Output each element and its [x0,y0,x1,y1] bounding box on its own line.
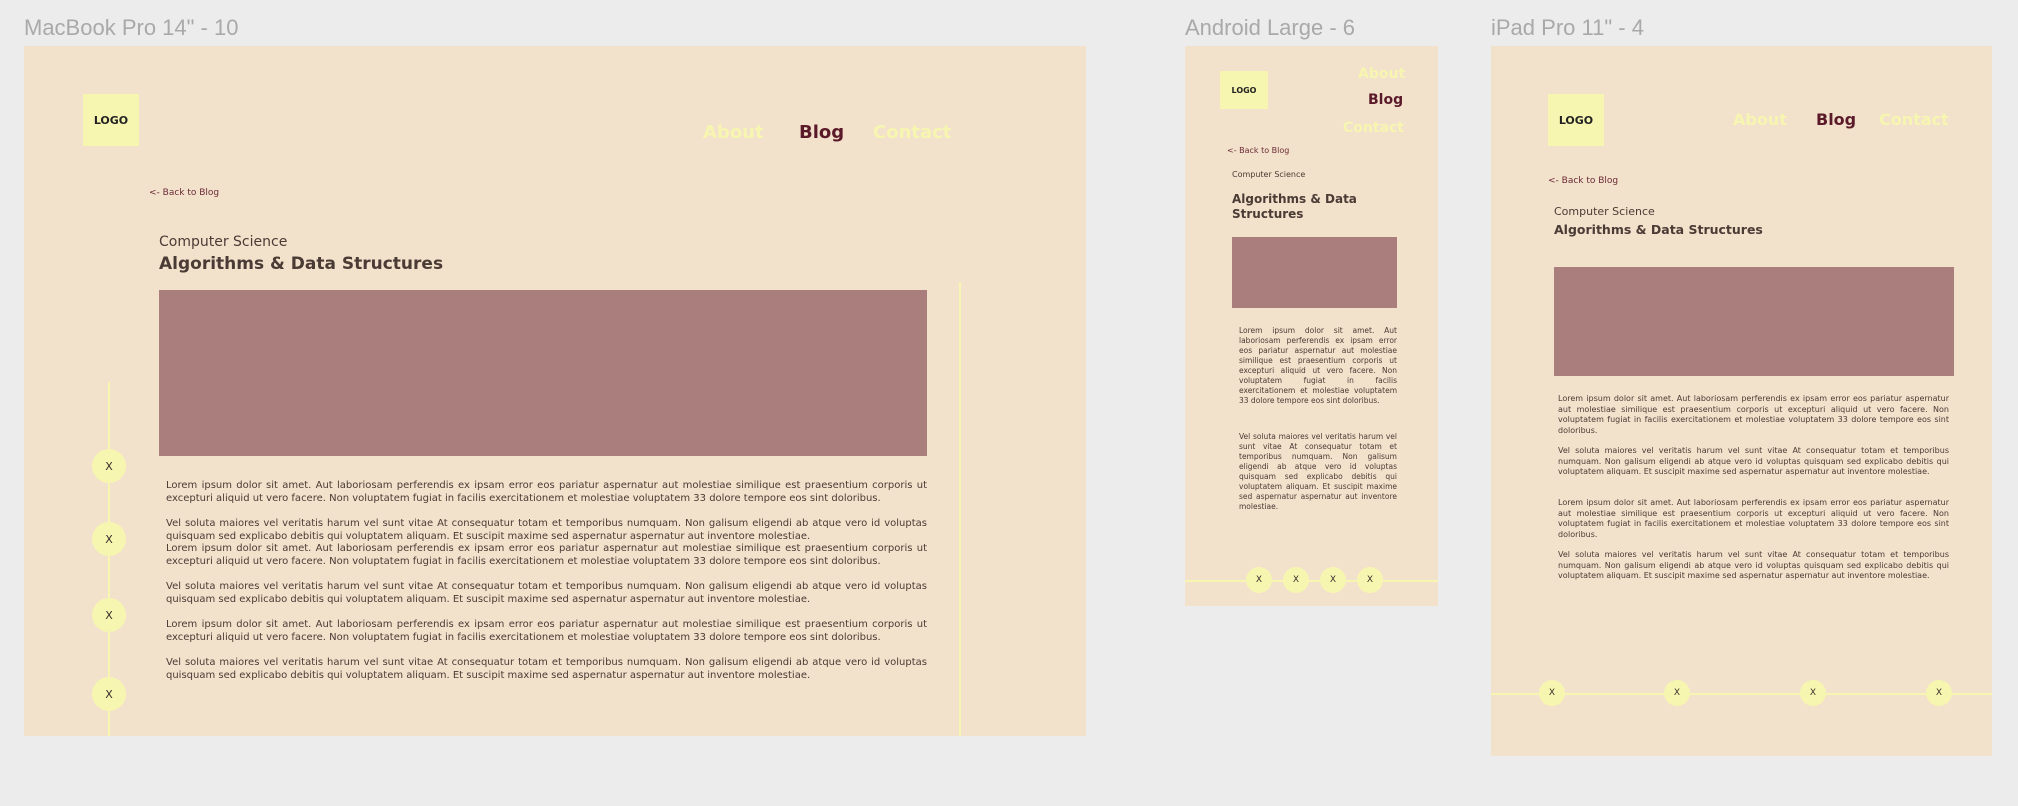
paragraph-6: Vel soluta maiores vel veritatis harum v… [166,657,927,681]
ipad-frame: LOGO About Blog Contact <- Back to Blog … [1491,46,1992,756]
post-category: Computer Science [159,234,288,250]
paragraph-3: Lorem ipsum dolor sit amet. Aut laborios… [166,543,927,567]
x-social-icon[interactable]: X [92,449,126,483]
frame-title-ipad: iPad Pro 11" - 4 [1491,15,1644,40]
nav-about[interactable]: About [1358,66,1405,82]
frame-title-macbook: MacBook Pro 14" - 10 [24,15,239,40]
x-social-icon[interactable]: X [1357,567,1383,593]
x-social-icon[interactable]: X [92,677,126,711]
post-category: Computer Science [1232,170,1306,179]
logo[interactable]: LOGO [1220,71,1268,109]
back-to-blog-link[interactable]: <- Back to Blog [149,188,219,198]
android-frame: LOGO About Blog Contact <- Back to Blog … [1185,46,1438,606]
paragraph-1: Lorem ipsum dolor sit amet. Aut laborios… [1558,394,1949,435]
nav-blog[interactable]: Blog [1816,110,1856,129]
nav-blog[interactable]: Blog [799,122,844,143]
paragraph-2: Vel soluta maiores vel veritatis harum v… [1558,446,1949,476]
paragraph-2: Vel soluta maiores vel veritatis harum v… [166,518,927,542]
x-social-icon[interactable]: X [92,598,126,632]
nav-contact[interactable]: Contact [1343,120,1404,136]
hero-image [159,290,927,456]
nav-about[interactable]: About [1733,110,1787,129]
x-social-icon[interactable]: X [1926,680,1952,706]
paragraph-5: Lorem ipsum dolor sit amet. Aut laborios… [166,619,927,643]
post-title: Algorithms & Data Structures [159,254,444,274]
logo[interactable]: LOGO [83,94,139,146]
social-rail-line [1491,693,1992,695]
post-title: Algorithms & Data Structures [1554,222,1763,237]
post-title: Algorithms & Data Structures [1232,192,1357,221]
post-category: Computer Science [1554,205,1655,218]
right-divider-line [959,282,961,736]
back-to-blog-link[interactable]: <- Back to Blog [1548,176,1618,186]
macbook-frame: LOGO About Blog Contact <- Back to Blog … [24,46,1086,736]
frame-title-android: Android Large - 6 [1185,15,1355,40]
back-to-blog-link[interactable]: <- Back to Blog [1227,146,1289,155]
paragraph-1: Lorem ipsum dolor sit amet. Aut laborios… [166,480,927,504]
x-social-icon[interactable]: X [1320,567,1346,593]
x-social-icon[interactable]: X [1664,680,1690,706]
paragraph-3: Lorem ipsum dolor sit amet. Aut laborios… [1558,498,1949,539]
paragraph-1: Lorem ipsum dolor sit amet. Aut laborios… [1239,326,1397,405]
nav-contact[interactable]: Contact [873,122,951,143]
nav-about[interactable]: About [703,122,764,143]
x-social-icon[interactable]: X [1283,567,1309,593]
x-social-icon[interactable]: X [1800,680,1826,706]
paragraph-4: Vel soluta maiores vel veritatis harum v… [1558,550,1949,580]
paragraph-4: Vel soluta maiores vel veritatis harum v… [166,581,927,605]
hero-image [1554,267,1954,376]
x-social-icon[interactable]: X [1539,680,1565,706]
logo[interactable]: LOGO [1548,94,1604,146]
nav-contact[interactable]: Contact [1879,110,1949,129]
paragraph-2: Vel soluta maiores vel veritatis harum v… [1239,432,1397,511]
x-social-icon[interactable]: X [1246,567,1272,593]
social-rail-line [1185,580,1438,582]
hero-image [1232,237,1397,308]
x-social-icon[interactable]: X [92,522,126,556]
nav-blog[interactable]: Blog [1368,92,1403,108]
